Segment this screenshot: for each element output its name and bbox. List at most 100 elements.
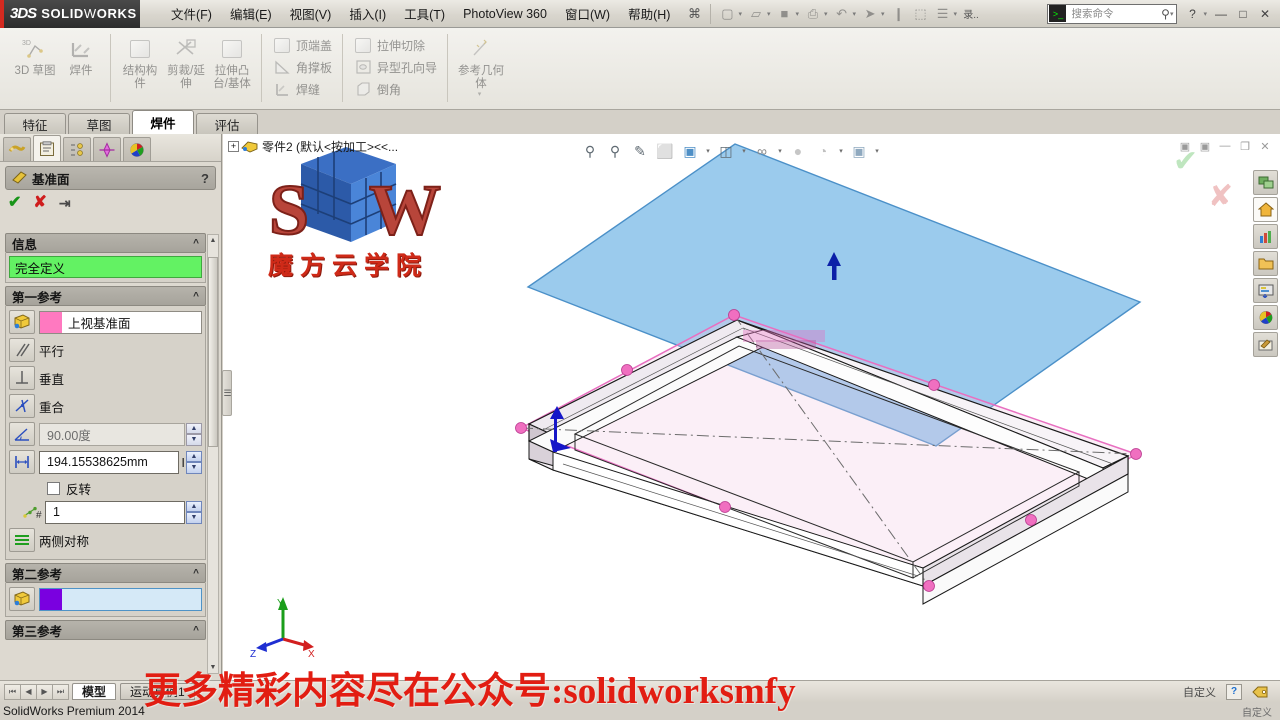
restore-viewport-left-icon[interactable]: ▣ — [1176, 137, 1194, 155]
ribbon-end-cap-button[interactable]: 顶端盖 — [268, 34, 336, 56]
coincident-constraint-row[interactable]: 重合 — [9, 393, 202, 419]
design-library-icon[interactable] — [1253, 251, 1278, 276]
ribbon-hole-wizard-button[interactable]: 异型孔向导 — [349, 56, 441, 78]
pin-menu-icon[interactable]: ⌘ — [683, 3, 705, 25]
zoom-to-area-icon[interactable]: ⚲ — [603, 139, 627, 163]
measure-icon[interactable]: ❙ — [888, 3, 910, 25]
chevron-down-icon[interactable]: ▾ — [1203, 10, 1207, 18]
stepper-down-icon[interactable]: ▼ — [186, 434, 202, 446]
ribbon-3d-sketch-button[interactable]: 3D 3D 草图 — [12, 32, 58, 80]
configuration-manager-tab[interactable] — [63, 137, 91, 161]
flyout-tree-root-item[interactable]: + 零件2 (默认<按加工><<... — [228, 138, 398, 155]
chevron-up-icon[interactable]: ^ — [193, 625, 199, 636]
overflow-icon[interactable]: 录.. — [960, 3, 982, 25]
chevron-down-icon[interactable]: ▾ — [836, 147, 846, 155]
minimize-viewport-button[interactable]: — — [1216, 137, 1234, 155]
restore-viewport-button[interactable]: ❐ — [1236, 137, 1254, 155]
chevron-down-icon[interactable]: ▾ — [478, 90, 482, 98]
appearance-icon[interactable]: ⬚ — [910, 3, 932, 25]
parallel-constraint-row[interactable]: 平行 — [9, 337, 202, 363]
search-appearances-icon[interactable] — [1253, 305, 1278, 330]
stepper-up-icon[interactable]: ▲ — [186, 450, 202, 462]
edit-appearance-icon[interactable]: ∞ — [750, 139, 774, 163]
units-label[interactable]: 自定义 — [1183, 684, 1216, 700]
third-reference-section-header[interactable]: 第三参考 ^ — [5, 620, 206, 640]
chevron-up-icon[interactable]: ^ — [193, 291, 199, 302]
flip-row[interactable]: 反转 — [9, 477, 202, 499]
last-config-button[interactable]: ⏭ — [52, 683, 69, 700]
cancel-button[interactable]: ✘ — [33, 195, 46, 211]
home-icon[interactable] — [1253, 197, 1278, 222]
stepper-up-icon[interactable]: ▲ — [186, 422, 202, 434]
close-window-button[interactable]: ✕ — [1254, 3, 1276, 25]
ribbon-weldment-button[interactable]: 焊件 — [58, 32, 104, 80]
ribbon-extruded-cut-button[interactable]: 拉伸切除 — [349, 34, 441, 56]
second-reference-section-header[interactable]: 第二参考 ^ — [5, 563, 206, 583]
new-document-icon[interactable]: ▢ — [716, 3, 738, 25]
ribbon-trim-extend-button[interactable]: 剪裁/延伸 — [163, 32, 209, 92]
file-explorer-icon[interactable] — [1253, 278, 1278, 303]
expand-tree-icon[interactable]: + — [228, 141, 239, 152]
undo-icon[interactable]: ↶ — [831, 3, 853, 25]
ribbon-extrude-boss-button[interactable]: 拉伸凸台/基体 — [209, 32, 255, 92]
first-reference-section-header[interactable]: 第一参考 ^ — [5, 286, 206, 306]
flip-checkbox[interactable] — [47, 481, 60, 495]
number-of-planes-input[interactable]: 1 — [45, 500, 185, 524]
chevron-down-icon[interactable]: ▾ — [853, 10, 857, 18]
stepper-down-icon[interactable]: ▼ — [186, 462, 202, 474]
custom-properties-icon[interactable] — [1253, 332, 1278, 357]
hide-show-items-icon[interactable]: ◫ — [714, 139, 738, 163]
tab-model[interactable]: 模型 — [72, 683, 117, 700]
first-reference-input[interactable]: 上视基准面 — [39, 310, 202, 334]
tab-weldments[interactable]: 焊件 — [132, 110, 194, 134]
help-icon[interactable]: ? — [201, 171, 209, 186]
tab-evaluate[interactable]: 评估 — [196, 113, 258, 134]
chevron-up-icon[interactable]: ^ — [193, 568, 199, 579]
options-icon[interactable]: ☰ — [932, 3, 954, 25]
tab-features[interactable]: 特征 — [4, 113, 66, 134]
ghost-cancel-icon[interactable]: ✘ — [1208, 179, 1233, 214]
menu-file[interactable]: 文件(F) — [162, 0, 221, 27]
offset-stepper[interactable]: ▲ ▼ — [186, 450, 202, 474]
search-input[interactable]: 搜索命令 — [1071, 6, 1113, 21]
chevron-down-icon[interactable]: ▾ — [703, 147, 713, 155]
restore-window-button[interactable]: □ — [1232, 3, 1254, 25]
view-display-icon[interactable]: ▣ — [847, 139, 871, 163]
panel-splitter-handle[interactable]: ☰ — [222, 370, 232, 416]
property-manager-tab[interactable] — [33, 135, 61, 161]
feature-manager-tab[interactable] — [3, 137, 31, 161]
chevron-down-icon[interactable]: ▾ — [775, 147, 785, 155]
section-view-icon[interactable]: ✎ — [628, 139, 652, 163]
menu-insert[interactable]: 插入(I) — [340, 0, 395, 27]
stepper-down-icon[interactable]: ▼ — [186, 512, 202, 524]
dimxpert-manager-tab[interactable] — [93, 137, 121, 161]
display-manager-tab[interactable] — [123, 137, 151, 161]
property-manager-scrollbar[interactable]: ▲ ▼ — [207, 234, 219, 674]
angle-input[interactable]: 90.00度 — [39, 422, 185, 446]
tab-sketch[interactable]: 草图 — [68, 113, 130, 134]
minimize-window-button[interactable]: — — [1210, 3, 1232, 25]
chevron-down-icon[interactable]: ▾ — [738, 10, 742, 18]
search-icon[interactable]: ⚲ — [1161, 7, 1170, 21]
ribbon-gusset-button[interactable]: 角撑板 — [268, 56, 336, 78]
close-viewport-button[interactable]: ✕ — [1256, 137, 1274, 155]
open-document-icon[interactable]: ▱ — [745, 3, 767, 25]
help-icon[interactable]: ? — [1181, 3, 1203, 25]
menu-tools[interactable]: 工具(T) — [395, 0, 454, 27]
menu-window[interactable]: 窗口(W) — [556, 0, 619, 27]
menu-photoview360[interactable]: PhotoView 360 — [454, 3, 556, 25]
menu-edit[interactable]: 编辑(E) — [221, 0, 281, 27]
chevron-down-icon[interactable]: ▾ — [824, 10, 828, 18]
scrollbar-thumb[interactable] — [208, 257, 218, 447]
ribbon-reference-geometry-button[interactable]: 参考几何体 ▾ — [454, 32, 508, 100]
apply-scene-icon[interactable]: ● — [786, 139, 810, 163]
search-command-box[interactable]: >_ 搜索命令 ⚲ ▾ — [1047, 3, 1178, 24]
angle-stepper[interactable]: ▲ ▼ — [186, 422, 202, 446]
second-reference-input[interactable] — [39, 587, 202, 611]
chevron-down-icon[interactable]: ▾ — [881, 10, 885, 18]
menu-help[interactable]: 帮助(H) — [619, 0, 679, 27]
select-arrow-icon[interactable]: ➤ — [859, 3, 881, 25]
print-icon[interactable]: ⎙ — [802, 3, 824, 25]
chevron-down-icon[interactable]: ▾ — [954, 10, 958, 18]
stepper-up-icon[interactable]: ▲ — [186, 500, 202, 512]
